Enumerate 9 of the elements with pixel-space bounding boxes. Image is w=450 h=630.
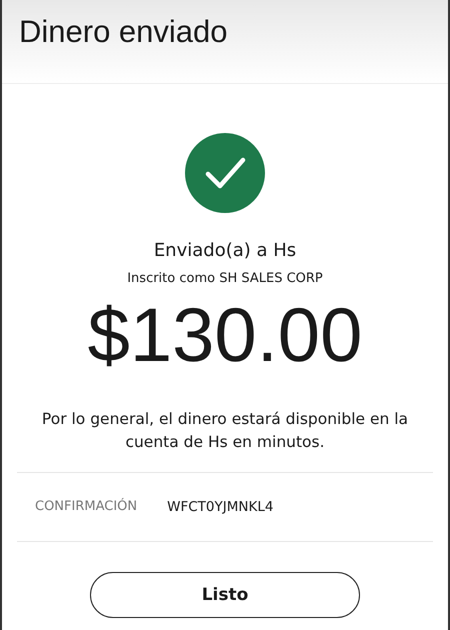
availability-message: Por lo general, el dinero estará disponible en la cuenta de Hs en minutos. — [40, 408, 410, 453]
recipient-text: Enviado(a) a Hs — [154, 240, 296, 261]
confirmation-label: CONFIRMACIÓN — [35, 499, 138, 514]
confirmation-number: WFCT0YJMNKL4 — [167, 498, 274, 515]
enrolled-name-text: Inscrito como SH SALES CORP — [127, 271, 323, 286]
page-title: Dinero enviado — [19, 14, 229, 50]
done-button[interactable]: Listo — [90, 572, 360, 618]
success-check-icon — [185, 133, 265, 213]
amount-text: $130.00 — [88, 296, 362, 376]
